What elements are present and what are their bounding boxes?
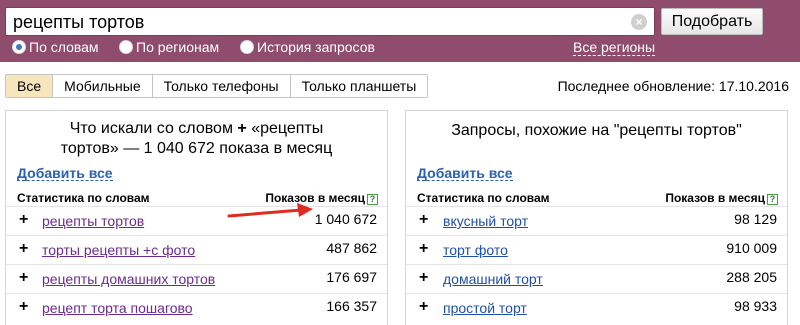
mode-by-regions[interactable]: По регионам — [119, 39, 219, 55]
table-row: + рецепты домашних тортов 176 697 — [6, 264, 387, 293]
impressions-count: 487 862 — [326, 240, 377, 256]
panel-title: Что искали со словом + «рецепты тортов» … — [6, 119, 387, 159]
phrase-link[interactable]: рецепты домашних тортов — [42, 271, 215, 287]
radio-icon — [240, 40, 254, 54]
phrase-link[interactable]: вкусный торт — [443, 213, 528, 229]
help-icon[interactable]: ? — [367, 194, 378, 205]
impressions-count: 98 129 — [734, 211, 777, 227]
phrase-link[interactable]: домашний торт — [443, 271, 543, 287]
word-stats-panel: Что искали со словом + «рецепты тортов» … — [5, 110, 388, 325]
phrase-link[interactable]: торт фото — [443, 242, 508, 258]
col-phrase-header: Статистика по словам — [417, 191, 550, 205]
add-all-link[interactable]: Добавить все — [417, 166, 513, 181]
mode-by-words[interactable]: По словам — [12, 39, 99, 55]
impressions-count: 288 205 — [726, 269, 777, 285]
mode-label: История запросов — [257, 39, 375, 55]
tab-mobile[interactable]: Мобильные — [52, 75, 152, 97]
plus-icon: + — [237, 120, 247, 137]
tab-tablets-only[interactable]: Только планшеты — [289, 75, 428, 97]
table-row: + домашний торт 288 205 — [406, 264, 787, 293]
similar-queries-panel: Запросы, похожие на "рецепты тортов" Доб… — [405, 110, 788, 325]
phrase-link[interactable]: рецепты тортов — [42, 213, 144, 229]
impressions-count: 98 933 — [734, 298, 777, 314]
clear-icon[interactable]: × — [631, 14, 647, 30]
table-row: + простой торт 98 933 — [406, 293, 787, 322]
title-part: тортов» — 1 040 672 показа в месяц — [60, 140, 333, 157]
col-phrase-header: Статистика по словам — [17, 191, 150, 205]
search-query-text: рецепты тортов — [13, 12, 145, 32]
plus-icon[interactable]: + — [419, 211, 428, 229]
plus-icon[interactable]: + — [419, 298, 428, 316]
red-arrow-annotation — [227, 203, 313, 218]
table-row: + рецепт торта пошагово 166 357 — [6, 293, 387, 322]
plus-icon[interactable]: + — [19, 211, 28, 229]
plus-icon[interactable]: + — [419, 269, 428, 287]
tab-all[interactable]: Все — [6, 75, 53, 97]
help-icon[interactable]: ? — [767, 194, 778, 205]
column-header: Статистика по словам Показов в месяц? — [417, 191, 778, 207]
mode-label: По регионам — [136, 39, 220, 55]
table-row: + торт фото 910 009 — [406, 235, 787, 264]
mode-query-history[interactable]: История запросов — [240, 39, 375, 55]
column-header: Статистика по словам Показов в месяц? — [17, 191, 378, 207]
search-band: рецепты тортов × Подобрать По словам По … — [0, 0, 800, 62]
phrase-link[interactable]: торты рецепты +с фото — [42, 242, 195, 258]
impressions-count: 1 040 672 — [314, 211, 377, 227]
search-input[interactable]: рецепты тортов × — [5, 7, 655, 36]
add-all-link[interactable]: Добавить все — [17, 166, 113, 181]
plus-icon[interactable]: + — [419, 240, 428, 258]
title-part: Что искали со словом — [69, 120, 233, 137]
pick-button[interactable]: Подобрать — [661, 8, 763, 35]
title-part: «рецепты — [251, 120, 324, 137]
phrase-link[interactable]: рецепт торта пошагово — [42, 300, 193, 316]
radio-icon — [119, 40, 133, 54]
radio-selected-icon — [12, 40, 26, 54]
phrase-link[interactable]: простой торт — [443, 300, 527, 316]
table-row: + рецепты тортов 1 040 672 — [6, 206, 387, 235]
table-row: + торты рецепты +с фото 487 862 — [6, 235, 387, 264]
mode-label: По словам — [29, 39, 99, 55]
impressions-count: 176 697 — [326, 269, 377, 285]
plus-icon[interactable]: + — [19, 298, 28, 316]
device-tabs: Все Мобильные Только телефоны Только пла… — [5, 74, 429, 98]
plus-icon[interactable]: + — [19, 240, 28, 258]
tab-phones-only[interactable]: Только телефоны — [151, 75, 290, 97]
col-count-header: Показов в месяц — [665, 191, 765, 205]
panel-title: Запросы, похожие на "рецепты тортов" — [451, 122, 742, 139]
table-row: + вкусный торт 98 129 — [406, 206, 787, 235]
all-regions-link[interactable]: Все регионы — [573, 40, 656, 56]
impressions-count: 910 009 — [726, 240, 777, 256]
plus-icon[interactable]: + — [19, 269, 28, 287]
impressions-count: 166 357 — [326, 298, 377, 314]
last-update-text: Последнее обновление: 17.10.2016 — [557, 78, 789, 94]
